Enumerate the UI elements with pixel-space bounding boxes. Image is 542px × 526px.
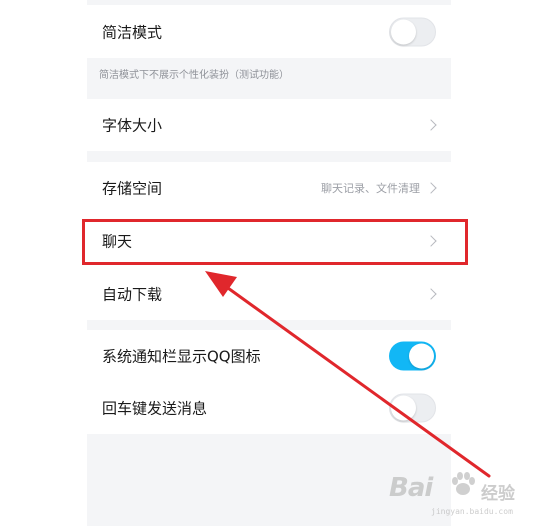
font-size-label: 字体大小: [102, 116, 163, 135]
enter-to-send-row[interactable]: 回车键发送消息: [87, 382, 451, 434]
storage-row[interactable]: 存储空间 聊天记录、文件清理: [87, 162, 451, 214]
storage-label: 存储空间: [102, 179, 163, 198]
simple-mode-toggle[interactable]: [389, 17, 436, 46]
enter-to-send-toggle[interactable]: [389, 393, 436, 423]
chevron-right-icon: [425, 234, 437, 247]
simple-mode-hint: 简洁模式下不展示个性化装扮（测试功能）: [99, 70, 289, 81]
notification-qq-icon-row[interactable]: 系统通知栏显示QQ图标: [87, 330, 451, 382]
chevron-right-icon: [425, 287, 437, 300]
auto-download-label: 自动下载: [102, 285, 163, 303]
toggle-knob: [409, 343, 434, 369]
chat-row[interactable]: 聊天: [87, 214, 451, 267]
toggle-knob: [391, 19, 416, 44]
chevron-right-icon: [425, 182, 437, 194]
baidu-paw-icon: [452, 472, 475, 495]
notification-qq-icon-label: 系统通知栏显示QQ图标: [102, 347, 261, 366]
watermark-suffix: 经验: [481, 484, 515, 504]
chevron-right-icon: [425, 119, 437, 131]
simple-mode-row[interactable]: 简洁模式: [87, 5, 451, 58]
toggle-knob: [391, 395, 416, 421]
storage-value: 聊天记录、文件清理: [321, 182, 420, 195]
font-size-row[interactable]: 字体大小: [87, 99, 451, 151]
chat-label: 聊天: [102, 232, 133, 250]
enter-to-send-label: 回车键发送消息: [102, 399, 208, 418]
auto-download-row[interactable]: 自动下载: [87, 267, 451, 320]
simple-mode-label: 简洁模式: [102, 23, 163, 41]
notification-qq-icon-toggle[interactable]: [389, 341, 436, 371]
